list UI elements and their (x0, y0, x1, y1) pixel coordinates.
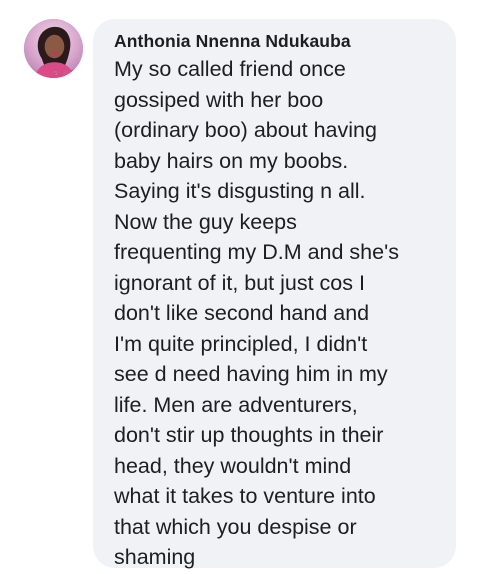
comment-text-line: Saying it's disgusting n all. (114, 179, 366, 203)
comment-bubble: Anthonia Nnenna Ndukauba My so called fr… (93, 19, 456, 569)
comment-text-line: I'm quite principled, I didn't (114, 331, 368, 356)
comment-text-line: Now the guy keeps (114, 209, 297, 234)
comment-text-line: don't stir up thoughts in their (114, 423, 384, 447)
comment-text: My so called friend once gossiped with he… (114, 54, 442, 573)
comment-text-line: what it takes to venture into (114, 484, 376, 508)
comment-text-line: gossiped with her boo (114, 87, 324, 112)
comment-text-line: My so called friend once (114, 57, 346, 81)
comment-text-line: head, they wouldn't mind (114, 453, 352, 478)
profile-photo: 9, 2015 (24, 19, 83, 78)
avatar-overlay-text: 9, 2015 (54, 69, 80, 77)
avatar[interactable]: 9, 2015 (24, 19, 83, 78)
comment-text-line: see d need having him in my (114, 362, 388, 386)
comment-text-line: baby hairs on my boobs. (114, 148, 349, 173)
comment-text-line: frequenting my D.M and she's (114, 240, 399, 264)
comment-text-line: (ordinary boo) about having (114, 118, 377, 142)
comment-author-name[interactable]: Anthonia Nnenna Ndukauba (114, 31, 442, 52)
comment-text-line: ignorant of it, but just cos I (114, 270, 365, 295)
comment-text-line: that which you despise or (114, 514, 357, 539)
comment-text-line: don't like second hand and (114, 301, 370, 325)
comment-text-line: shaming (114, 545, 196, 569)
comment-text-line: life. Men are adventurers, (114, 392, 358, 417)
